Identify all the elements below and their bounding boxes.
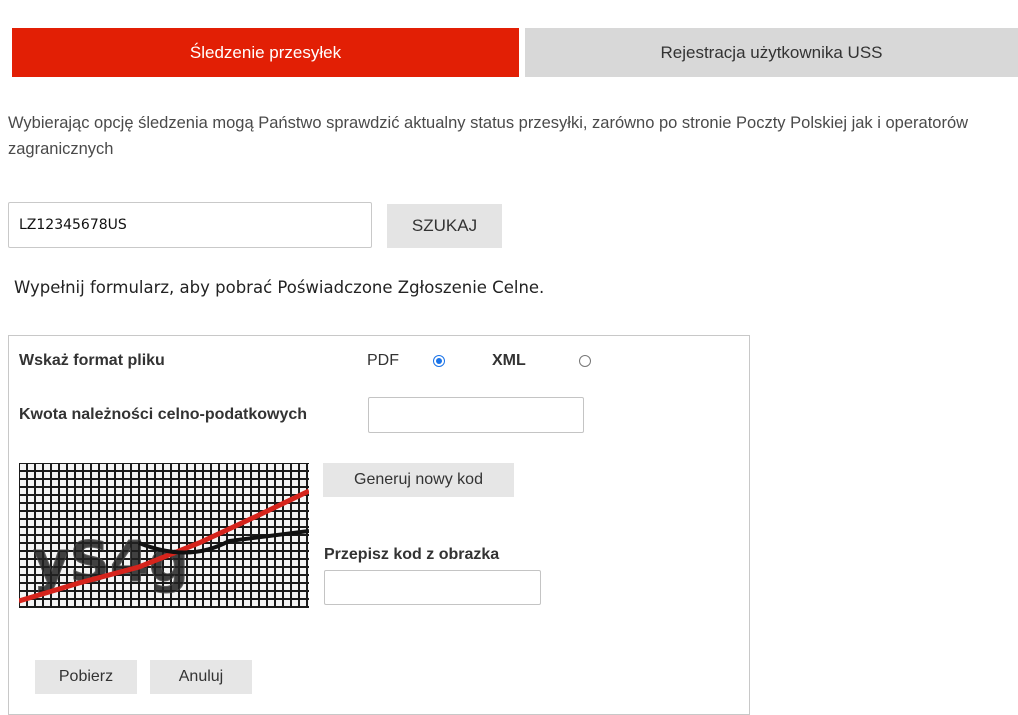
search-button[interactable]: SZUKAJ xyxy=(387,204,502,248)
format-xml-label: XML xyxy=(492,352,526,369)
svg-text:yS4g: yS4g xyxy=(33,530,189,595)
tracking-number-input[interactable] xyxy=(8,202,372,248)
customs-form-panel: Wskaż format pliku PDF XML Kwota należno… xyxy=(8,335,750,715)
file-format-label: Wskaż format pliku xyxy=(19,352,165,369)
form-hint: Wypełnij formularz, aby pobrać Poświadcz… xyxy=(14,278,545,297)
format-pdf-radio[interactable] xyxy=(433,355,445,367)
captcha-label: Przepisz kod z obrazka xyxy=(324,546,500,563)
captcha-image: yS4g xyxy=(19,463,309,608)
cancel-button[interactable]: Anuluj xyxy=(150,660,252,694)
format-pdf-label: PDF xyxy=(367,352,399,369)
captcha-input[interactable] xyxy=(324,570,541,605)
tab-user-registration[interactable]: Rejestracja użytkownika USS xyxy=(525,28,1018,77)
tracking-description: Wybierając opcję śledzenia mogą Państwo … xyxy=(8,114,969,158)
amount-label: Kwota należności celno-podatkowych xyxy=(19,406,308,423)
format-xml-radio[interactable] xyxy=(579,355,591,367)
download-button[interactable]: Pobierz xyxy=(35,660,137,694)
generate-new-code-button[interactable]: Generuj nowy kod xyxy=(323,463,514,497)
tab-tracking[interactable]: Śledzenie przesyłek xyxy=(12,28,519,77)
amount-input[interactable] xyxy=(368,397,584,433)
